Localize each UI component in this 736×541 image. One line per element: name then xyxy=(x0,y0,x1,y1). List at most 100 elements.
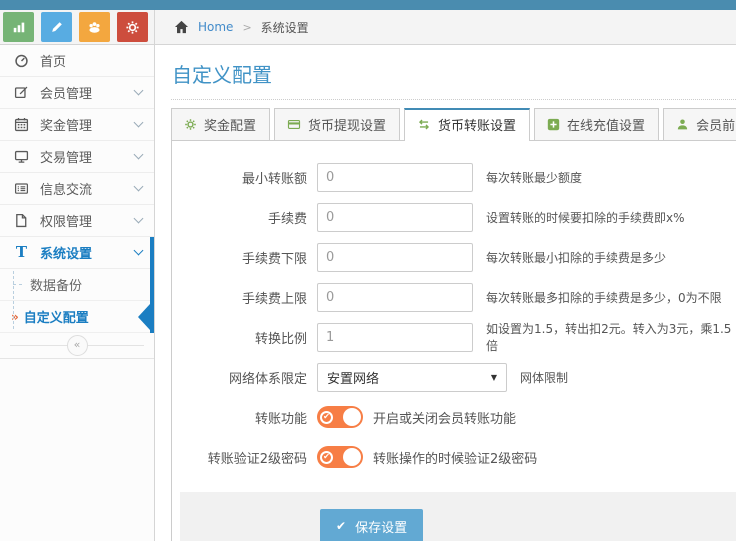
settings-tabbar: 奖金配置 货币提现设置 货币转账设置 xyxy=(171,108,736,141)
sidebar-subitem-data-backup[interactable]: 数据备份 xyxy=(0,269,154,301)
secondary-password-toggle[interactable]: ✔ xyxy=(317,446,363,468)
form-row-min-transfer: 最小转账额 每次转账最少额度 xyxy=(172,157,736,197)
title-divider xyxy=(171,99,736,100)
sidebar-item-members[interactable]: 会员管理 xyxy=(0,77,154,109)
sidebar-subitem-custom-config[interactable]: » 自定义配置 xyxy=(0,301,154,333)
tab-panel-transfer-settings: 最小转账额 每次转账最少额度 手续费 设置转账的时候要扣除的手续费即x% 手续费… xyxy=(171,141,736,541)
tab-label: 货币转账设置 xyxy=(438,115,516,134)
field-label: 最小转账额 xyxy=(172,168,317,187)
tree-branch-icon xyxy=(13,284,22,285)
field-hint: 网体限制 xyxy=(520,369,568,386)
form-row-secondary-password: 转账验证2级密码 ✔ 转账操作的时候验证2级密码 xyxy=(172,437,736,477)
toggle-knob xyxy=(343,448,361,466)
field-label: 转账验证2级密码 xyxy=(172,448,317,467)
fee-upper-limit-input[interactable] xyxy=(317,283,473,312)
sidebar-item-label: 交易管理 xyxy=(40,147,125,166)
breadcrumb-home-link[interactable]: Home xyxy=(198,20,233,34)
tab-withdrawal-settings[interactable]: 货币提现设置 xyxy=(274,108,400,140)
sidebar-item-bonus[interactable]: 奖金管理 xyxy=(0,109,154,141)
select-value: 安置网络 xyxy=(327,368,379,387)
form-row-fee: 手续费 设置转账的时候要扣除的手续费即x% xyxy=(172,197,736,237)
tab-bonus-config[interactable]: 奖金配置 xyxy=(171,108,270,140)
field-label: 网络体系限定 xyxy=(172,368,317,387)
field-hint: 开启或关闭会员转账功能 xyxy=(373,408,516,427)
file-icon xyxy=(13,213,30,228)
sidebar-item-label: 奖金管理 xyxy=(40,115,125,134)
tab-label: 奖金配置 xyxy=(204,115,256,134)
field-label: 手续费上限 xyxy=(172,288,317,307)
tab-recharge-settings[interactable]: 在线充值设置 xyxy=(534,108,659,140)
transfer-function-toggle[interactable]: ✔ xyxy=(317,406,363,428)
tab-label: 货币提现设置 xyxy=(308,115,386,134)
breadcrumb: Home > 系统设置 xyxy=(155,10,736,45)
min-transfer-input[interactable] xyxy=(317,163,473,192)
active-section-indicator-bar xyxy=(150,237,154,333)
system-settings-submenu: 数据备份 » 自定义配置 xyxy=(0,269,154,333)
field-hint: 每次转账最小扣除的手续费是多少 xyxy=(486,249,666,266)
fee-lower-limit-input[interactable] xyxy=(317,243,473,272)
network-system-select[interactable]: 安置网络 ▼ xyxy=(317,363,507,392)
active-item-pointer-icon xyxy=(138,304,150,330)
plus-square-icon xyxy=(547,118,560,131)
home-icon xyxy=(174,20,189,34)
sidebar-item-label: 首页 xyxy=(40,51,142,70)
breadcrumb-current: 系统设置 xyxy=(261,19,309,36)
users-icon xyxy=(87,20,102,35)
sidebar-collapse-button[interactable]: « xyxy=(67,335,88,356)
breadcrumb-separator: > xyxy=(242,21,251,34)
sidebar-subitem-label: 数据备份 xyxy=(30,275,82,294)
form-row-network-limit: 网络体系限定 安置网络 ▼ 网体限制 xyxy=(172,357,736,397)
edit-shortcut-button[interactable] xyxy=(41,12,72,42)
chevron-down-icon xyxy=(134,246,144,256)
dashboard-icon xyxy=(13,53,30,68)
chevron-down-icon xyxy=(134,182,144,192)
content-area: 自定义配置 奖金配置 货币提现设置 xyxy=(155,45,736,541)
chevron-down-icon xyxy=(134,214,144,224)
transfer-settings-form: 最小转账额 每次转账最少额度 手续费 设置转账的时候要扣除的手续费即x% 手续费… xyxy=(172,141,736,477)
sidebar-item-label: 会员管理 xyxy=(40,83,125,102)
field-hint: 如设置为1.5，转出扣2元。转入为3元，乘1.5倍 xyxy=(486,320,736,354)
fee-input[interactable] xyxy=(317,203,473,232)
form-row-transfer-function: 转账功能 ✔ 开启或关闭会员转账功能 xyxy=(172,397,736,437)
field-label: 手续费下限 xyxy=(172,248,317,267)
form-row-fee-upper-limit: 手续费上限 每次转账最多扣除的手续费是多少，0为不限 xyxy=(172,277,736,317)
save-settings-button[interactable]: ✔ 保存设置 xyxy=(320,509,423,541)
stats-shortcut-button[interactable] xyxy=(3,12,34,42)
field-hint: 每次转账最多扣除的手续费是多少，0为不限 xyxy=(486,289,722,306)
toggle-knob xyxy=(343,408,361,426)
users-shortcut-button[interactable] xyxy=(79,12,110,42)
settings-shortcut-button[interactable] xyxy=(117,12,148,42)
field-hint: 设置转账的时候要扣除的手续费即x% xyxy=(486,209,685,226)
tab-member-frontend-settings[interactable]: 会员前台设置 xyxy=(663,108,736,140)
toggle-check-icon: ✔ xyxy=(320,451,333,464)
exchange-icon xyxy=(417,118,431,131)
conversion-ratio-input[interactable] xyxy=(317,323,473,352)
form-footer: ✔ 保存设置 xyxy=(180,492,736,541)
sidebar-item-transactions[interactable]: 交易管理 xyxy=(0,141,154,173)
sidebar-item-label: 系统设置 xyxy=(40,243,125,262)
bar-chart-icon xyxy=(12,20,26,34)
top-accent-bar xyxy=(0,0,736,10)
sidebar-item-label: 权限管理 xyxy=(40,211,125,230)
credit-card-icon xyxy=(287,118,301,131)
edit-icon xyxy=(13,85,30,100)
monitor-icon xyxy=(13,149,30,164)
sidebar-item-system-settings[interactable]: T 系统设置 xyxy=(0,237,154,269)
sidebar-item-permissions[interactable]: 权限管理 xyxy=(0,205,154,237)
tab-label: 在线充值设置 xyxy=(567,115,645,134)
active-item-arrows-icon: » xyxy=(11,310,19,324)
list-icon xyxy=(13,181,30,196)
sidebar: 首页 会员管理 奖金管理 交易管理 信 xyxy=(0,10,155,541)
sidebar-subitem-label: 自定义配置 xyxy=(24,307,89,326)
sidebar-item-home[interactable]: 首页 xyxy=(0,45,154,77)
form-row-conversion-ratio: 转换比例 如设置为1.5，转出扣2元。转入为3元，乘1.5倍 xyxy=(172,317,736,357)
chevron-down-icon xyxy=(134,86,144,96)
calendar-icon xyxy=(13,117,30,132)
field-label: 转换比例 xyxy=(172,328,317,347)
check-icon: ✔ xyxy=(336,519,346,533)
gears-icon xyxy=(184,118,197,131)
dropdown-arrow-icon: ▼ xyxy=(491,373,497,382)
sidebar-item-messages[interactable]: 信息交流 xyxy=(0,173,154,205)
field-hint: 转账操作的时候验证2级密码 xyxy=(373,448,537,467)
tab-transfer-settings[interactable]: 货币转账设置 xyxy=(404,108,530,141)
